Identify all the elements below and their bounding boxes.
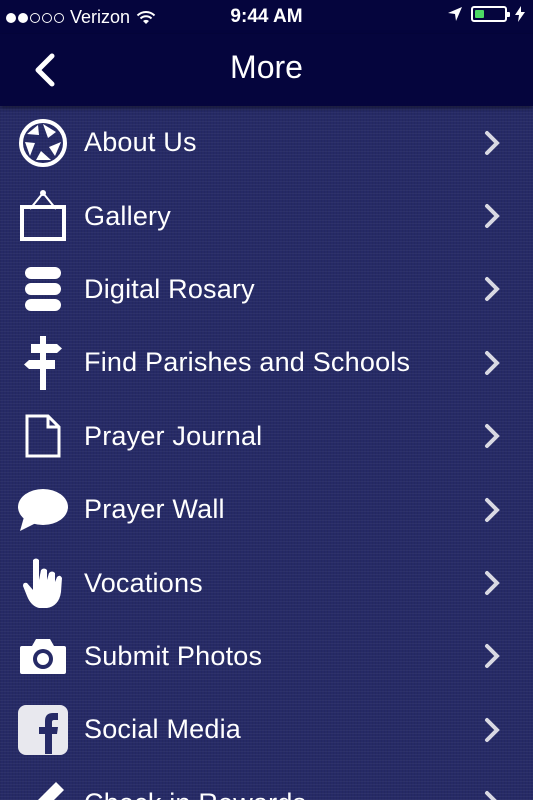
chevron-right-icon <box>485 644 500 669</box>
battery-icon <box>471 6 510 22</box>
document-icon <box>16 409 70 463</box>
signpost-icon <box>16 335 70 390</box>
chevron-right-icon <box>485 791 497 800</box>
menu-item-label: Prayer Wall <box>84 494 225 525</box>
aperture-icon <box>16 116 70 170</box>
menu-item-social-media[interactable]: Social Media <box>0 693 533 766</box>
menu-item-label: Prayer Journal <box>84 420 263 451</box>
camera-icon <box>16 629 70 683</box>
menu-item-label: About Us <box>84 127 197 158</box>
chevron-right-icon <box>485 424 500 449</box>
charging-bolt-icon <box>515 6 525 22</box>
menu-item-label: Vocations <box>84 567 203 598</box>
menu-item-label: Gallery <box>84 200 171 231</box>
menu-item-submit-photos[interactable]: Submit Photos <box>0 620 533 693</box>
speech-bubble-icon <box>16 483 70 537</box>
menu-item-check-in-rewards[interactable]: Check in Rewards <box>0 767 533 800</box>
chevron-right-icon <box>485 204 500 229</box>
chevron-right-icon <box>485 571 500 596</box>
menu-item-find-parishes-and-schools[interactable]: Find Parishes and Schools <box>0 326 533 399</box>
menu-item-vocations[interactable]: Vocations <box>0 546 533 619</box>
facebook-icon <box>16 703 70 757</box>
menu-item-gallery[interactable]: Gallery <box>0 179 533 252</box>
chevron-right-icon <box>485 277 500 302</box>
hand-pointer-icon <box>16 556 70 610</box>
menu-item-label: Find Parishes and Schools <box>84 347 411 378</box>
menu-item-label: Digital Rosary <box>84 273 255 304</box>
status-bar: Verizon 9:44 AM <box>0 0 533 34</box>
menu-item-prayer-journal[interactable]: Prayer Journal <box>0 400 533 473</box>
chevron-right-icon <box>485 130 500 155</box>
menu-item-label: Social Media <box>84 714 241 745</box>
menu-item-about-us[interactable]: About Us <box>0 106 533 179</box>
menu-item-label: Submit Photos <box>84 640 263 671</box>
page-title: More <box>230 49 303 85</box>
location-arrow-icon <box>448 7 462 21</box>
pencil-icon <box>16 776 70 800</box>
picture-frame-icon <box>16 189 70 243</box>
navigation-bar: More <box>0 34 533 106</box>
menu-list: About Us Gallery Digital Rosary Find Par… <box>0 106 533 800</box>
chevron-right-icon <box>485 497 500 522</box>
status-right <box>447 6 525 22</box>
chevron-right-icon <box>485 717 500 742</box>
menu-item-prayer-wall[interactable]: Prayer Wall <box>0 473 533 546</box>
menu-item-digital-rosary[interactable]: Digital Rosary <box>0 253 533 326</box>
chevron-right-icon <box>485 350 500 375</box>
database-stack-icon <box>16 262 70 316</box>
menu-item-label: Check in Rewards <box>84 788 306 800</box>
